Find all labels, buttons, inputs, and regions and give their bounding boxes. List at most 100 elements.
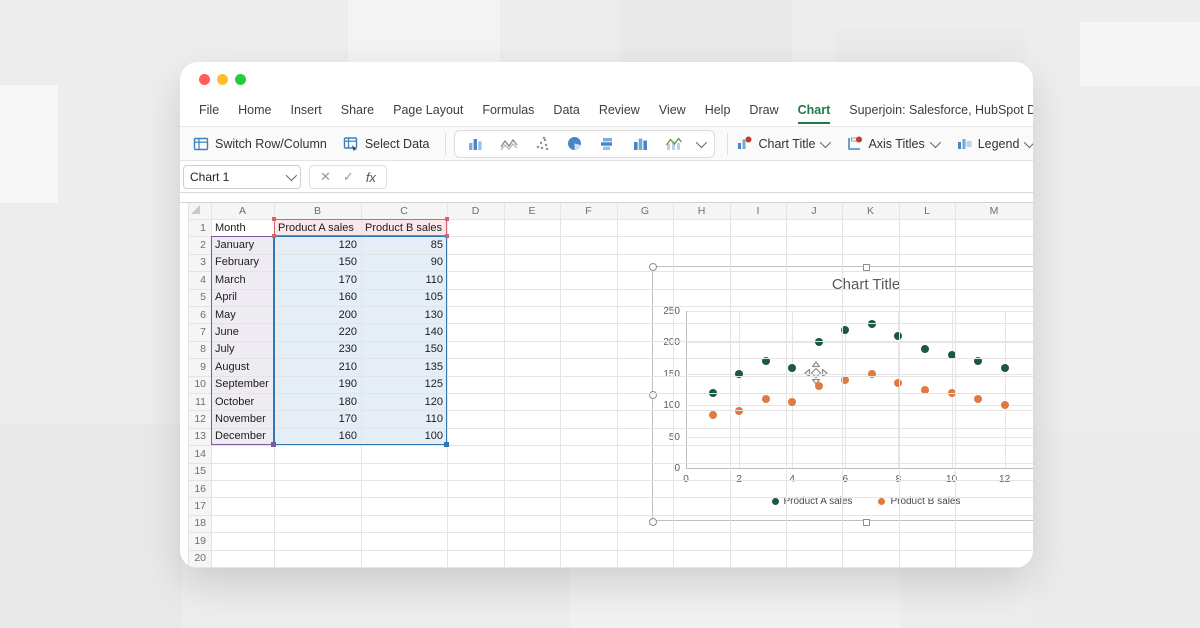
chart-gridline-y-200 xyxy=(686,342,1033,343)
line-chart-icon[interactable] xyxy=(492,132,525,156)
row-header-12[interactable]: 12 xyxy=(188,410,211,427)
gridline-horizontal xyxy=(188,567,1033,568)
column-header-d[interactable]: D xyxy=(447,202,504,219)
chart-resize-handle[interactable] xyxy=(649,263,657,271)
cancel-icon[interactable]: ✕ xyxy=(320,169,331,185)
chevron-down-icon xyxy=(929,136,940,147)
data-point-b-2[interactable] xyxy=(735,407,743,415)
formula-bar: Chart 1 ✕ ✓ fx xyxy=(180,162,1033,193)
column-header-k[interactable]: K xyxy=(842,202,899,219)
row-header-19[interactable]: 19 xyxy=(188,532,211,549)
column-header-l[interactable]: L xyxy=(899,202,955,219)
legend-dropdown[interactable]: Legend xyxy=(956,135,1033,152)
menu-tab-view[interactable]: View xyxy=(659,103,686,117)
minimize-window-button[interactable] xyxy=(217,74,228,85)
column-header-m[interactable]: M xyxy=(955,202,1033,219)
column-header-j[interactable]: J xyxy=(786,202,842,219)
column-header-b[interactable]: B xyxy=(274,202,361,219)
row-header-4[interactable]: 4 xyxy=(188,271,211,288)
select-all-corner[interactable] xyxy=(191,205,200,214)
chevron-down-icon xyxy=(286,170,297,181)
menu-tab-insert[interactable]: Insert xyxy=(291,103,322,117)
data-point-b-5[interactable] xyxy=(815,382,823,390)
chart-resize-handle[interactable] xyxy=(863,264,870,271)
column-header-g[interactable]: G xyxy=(617,202,673,219)
data-point-b-12[interactable] xyxy=(1001,401,1009,409)
row-header-15[interactable]: 15 xyxy=(188,463,211,480)
select-data-button[interactable]: Select Data xyxy=(343,136,430,152)
data-point-b-7[interactable] xyxy=(868,370,876,378)
menu-tab-help[interactable]: Help xyxy=(705,103,731,117)
data-point-b-3[interactable] xyxy=(762,395,770,403)
row-header-17[interactable]: 17 xyxy=(188,497,211,514)
scatter-chart-icon[interactable] xyxy=(525,132,558,156)
column-header-i[interactable]: I xyxy=(730,202,786,219)
chart-gallery-more-button[interactable] xyxy=(690,132,710,156)
column-chart-2-icon[interactable] xyxy=(624,132,657,156)
range-handle-red[interactable] xyxy=(445,234,449,238)
menu-tab-chart[interactable]: Chart xyxy=(798,103,831,117)
fx-icon[interactable]: fx xyxy=(366,170,376,185)
row-header-16[interactable]: 16 xyxy=(188,480,211,497)
row-header-18[interactable]: 18 xyxy=(188,515,211,532)
menu-tab-review[interactable]: Review xyxy=(599,103,640,117)
row-header-9[interactable]: 9 xyxy=(188,358,211,375)
menu-tab-page-layout[interactable]: Page Layout xyxy=(393,103,463,117)
column-header-c[interactable]: C xyxy=(361,202,447,219)
row-header-13[interactable]: 13 xyxy=(188,428,211,445)
menu-tab-data[interactable]: Data xyxy=(553,103,579,117)
data-point-a-5[interactable] xyxy=(815,338,823,346)
row-header-5[interactable]: 5 xyxy=(188,289,211,306)
data-point-a-4[interactable] xyxy=(788,364,796,372)
row-header-10[interactable]: 10 xyxy=(188,376,211,393)
menu-tab-superjoin-salesforce-hubspot-data[interactable]: Superjoin: Salesforce, HubSpot Data xyxy=(849,103,1033,117)
row-header-7[interactable]: 7 xyxy=(188,323,211,340)
range-handle-blue[interactable] xyxy=(444,442,449,447)
background-patch xyxy=(0,424,182,628)
column-header-a[interactable]: A xyxy=(211,202,274,219)
row-header-20[interactable]: 20 xyxy=(188,550,211,567)
menu-tab-share[interactable]: Share xyxy=(341,103,374,117)
cell-a1[interactable]: Month xyxy=(211,219,274,236)
row-header-11[interactable]: 11 xyxy=(188,393,211,410)
menu-tab-home[interactable]: Home xyxy=(238,103,271,117)
data-point-b-1[interactable] xyxy=(709,411,717,419)
maximize-window-button[interactable] xyxy=(235,74,246,85)
range-handle-red[interactable] xyxy=(272,217,276,221)
range-handle-red[interactable] xyxy=(445,217,449,221)
column-header-e[interactable]: E xyxy=(504,202,560,219)
range-handle-red[interactable] xyxy=(272,234,276,238)
row-header-6[interactable]: 6 xyxy=(188,306,211,323)
enter-icon[interactable]: ✓ xyxy=(343,169,354,185)
data-point-a-12[interactable] xyxy=(1001,364,1009,372)
chart-resize-handle[interactable] xyxy=(649,391,657,399)
formula-input[interactable] xyxy=(395,166,1033,188)
data-point-a-2[interactable] xyxy=(735,370,743,378)
row-header-2[interactable]: 2 xyxy=(188,236,211,253)
menu-tab-formulas[interactable]: Formulas xyxy=(482,103,534,117)
row-header-8[interactable]: 8 xyxy=(188,341,211,358)
bar-chart-icon[interactable] xyxy=(591,132,624,156)
column-chart-icon[interactable] xyxy=(459,132,492,156)
axis-titles-dropdown[interactable]: Axis Titles xyxy=(846,135,937,152)
row-header-1[interactable]: 1 xyxy=(188,219,211,236)
column-header-f[interactable]: F xyxy=(560,202,617,219)
menu-tab-draw[interactable]: Draw xyxy=(749,103,778,117)
chart-title-dropdown[interactable]: Chart Title xyxy=(736,135,828,152)
row-header-14[interactable]: 14 xyxy=(188,445,211,462)
range-handle-purple[interactable] xyxy=(271,442,276,447)
row-header-3[interactable]: 3 xyxy=(188,254,211,271)
chart-title[interactable]: Chart Title xyxy=(653,276,1033,293)
gridline-horizontal xyxy=(188,550,1033,551)
switch-row-column-button[interactable]: Switch Row/Column xyxy=(193,136,327,152)
name-box[interactable]: Chart 1 xyxy=(183,165,301,189)
chart-resize-handle[interactable] xyxy=(863,519,870,526)
data-point-b-11[interactable] xyxy=(974,395,982,403)
menu-tab-file[interactable]: File xyxy=(199,103,219,117)
close-window-button[interactable] xyxy=(199,74,210,85)
pie-chart-icon[interactable] xyxy=(558,132,591,156)
column-header-h[interactable]: H xyxy=(673,202,730,219)
combo-chart-icon[interactable] xyxy=(657,132,690,156)
chart-resize-handle[interactable] xyxy=(649,518,657,526)
data-point-a-9[interactable] xyxy=(921,345,929,353)
